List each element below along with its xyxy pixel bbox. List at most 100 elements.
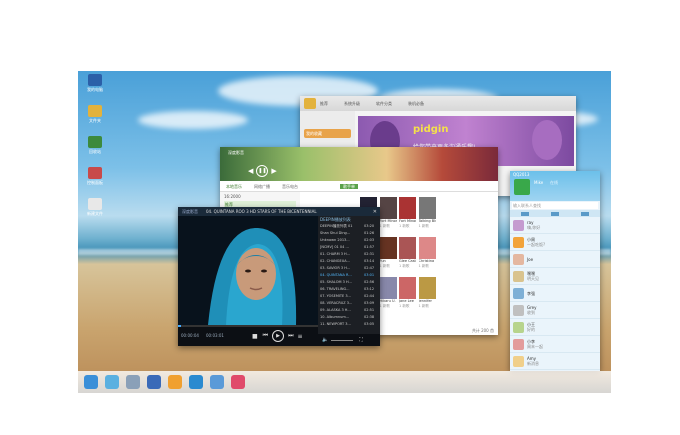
playlist-item[interactable]: 04. QUINTANA R... 03:01 [318, 272, 380, 279]
album-card[interactable]: Jennifer 1 新歌 [418, 277, 436, 309]
album-sub: 1 新歌 [418, 224, 429, 228]
tab-1[interactable]: 系统升级 [344, 101, 360, 106]
tab-3[interactable]: 装机必备 [408, 101, 424, 106]
im-status[interactable]: 在线 [550, 180, 558, 185]
contact-row[interactable]: 小李 周末一起 [510, 336, 600, 353]
progress-track[interactable] [178, 325, 318, 327]
file-manager-icon[interactable] [105, 375, 119, 389]
desktop-icon[interactable]: 我的电脑 [84, 74, 106, 93]
playlist-item-name: [NCMV] 01 04 ... [320, 245, 349, 249]
fullscreen-icon[interactable]: ⛶ [359, 337, 363, 343]
volume-slider[interactable] [331, 339, 354, 341]
contact-avatar [513, 287, 524, 299]
album-card[interactable]: Talking Blue1 新歌 [418, 197, 436, 229]
album-card[interactable]: Fun 1 新歌 [379, 237, 397, 269]
album-card[interactable]: Christina 1 新歌 [418, 237, 436, 269]
contact-avatar [513, 253, 524, 265]
contact-row[interactable]: Amy 新消息 [510, 353, 600, 370]
playlist-item[interactable]: 11. NEWPORT 3... 03:05 [318, 321, 380, 328]
contact-row[interactable]: Grey 收到 [510, 302, 600, 319]
next-track-button[interactable]: ⏭ [288, 332, 293, 340]
playlist-item[interactable]: 10. Albumnum... 02:38 [318, 314, 380, 321]
contacts-tab[interactable] [521, 211, 529, 216]
desktop-icon[interactable]: 新建文件 [84, 198, 106, 217]
stop-button[interactable]: ■ [252, 333, 258, 340]
music-tab-2[interactable]: 音乐电台 [282, 184, 298, 189]
video-player-window[interactable]: 深度影音 04. QUINTANA ROO 3 HD STARS OF THE … [178, 207, 380, 346]
contact-msg: 明天见 [527, 276, 539, 281]
playlist-item-time: 03:20 [364, 224, 375, 228]
album-card[interactable]: Jane Lee 1 新歌 [399, 277, 416, 309]
contact-msg: 收到 [527, 310, 535, 315]
desktop-icon-label: 文件夹 [89, 118, 101, 123]
video-app-title: 深度影音 [182, 209, 198, 214]
monitor-icon[interactable] [126, 375, 140, 389]
playlist-item-time: 03:14 [364, 259, 375, 263]
video-playlist: DEEPIN播放列表 DEEPIN播放列表 01 03:20 Shan Shui D… [318, 216, 380, 334]
start-icon[interactable] [84, 375, 98, 389]
contact-avatar [513, 236, 524, 248]
time-current: 00:00:04 [181, 333, 199, 338]
playlist-item[interactable]: 07. YOSEMITE 3... 02:44 [318, 293, 380, 300]
recent-tab[interactable] [581, 211, 589, 216]
settings-icon [88, 167, 102, 179]
desktop-icon[interactable]: 文件夹 [84, 105, 106, 124]
favorites-button[interactable]: 我的收藏 [304, 129, 351, 138]
contact-row[interactable]: 李强 [510, 285, 600, 302]
playlist-item[interactable]: 02. CHANGEUA... 03:14 [318, 258, 380, 265]
music-tab-1[interactable]: 网络广播 [254, 184, 270, 189]
menu-icon[interactable]: ≡ [297, 333, 302, 340]
tab-badge[interactable]: 歌手单 [340, 183, 358, 189]
playlist-item-name: 02. CHANGEUA... [320, 259, 350, 263]
volume-icon[interactable]: 🔈 [322, 337, 328, 343]
im-search-field[interactable]: 输入联系人查找 [512, 202, 598, 209]
playlist-item[interactable]: 05. SHALOM 3 H... 02:56 [318, 279, 380, 286]
playlist-item[interactable]: 01. CHARM 3 H... 02:31 [318, 251, 380, 258]
playlist-item-time: 03:01 [364, 273, 375, 277]
desktop-icon[interactable]: 控制面板 [84, 167, 106, 186]
tab-0[interactable]: 推荐 [320, 101, 328, 106]
photo-icon[interactable] [231, 375, 245, 389]
playlist-item[interactable]: Unknown 2013... 02:03 [318, 237, 380, 244]
playlist-item[interactable]: 06. TRAVELING... 03:12 [318, 286, 380, 293]
album-card[interactable]: Fort Minor 1 新歌 [379, 197, 397, 229]
file-icon [88, 198, 102, 210]
playlist-item-time: 02:44 [364, 294, 375, 298]
playlist-item[interactable]: 03. SAVIOR 3 H... 02:47 [318, 265, 380, 272]
video-frame[interactable] [178, 216, 318, 325]
album-card[interactable]: Fort Minor 1 新歌 [399, 197, 416, 229]
playlist-item[interactable]: Shan Shui Ding... 01:26 [318, 230, 380, 237]
desktop-icon-label: 我的电脑 [87, 87, 103, 92]
music-icon[interactable] [168, 375, 182, 389]
contact-row[interactable]: 嘿嘿 明天见 [510, 268, 600, 285]
contact-row[interactable]: 小王 好的 [510, 319, 600, 336]
music-tab-0[interactable]: 本地音乐 [226, 184, 242, 189]
playlist-item-time: 03:09 [364, 301, 375, 305]
play-button[interactable]: ❚❚ [256, 165, 269, 177]
im-avatar[interactable] [514, 179, 530, 195]
desktop-icon[interactable]: 回收站 [84, 136, 106, 155]
album-card[interactable]: Glee Cast 1 新歌 [399, 237, 416, 269]
playlist-item[interactable]: [NCMV] 01 04 ... 01:57 [318, 244, 380, 251]
playlist-item[interactable]: DEEPIN播放列表 01 03:20 [318, 223, 380, 230]
im-window[interactable]: QQ2013 Mike 在线 输入联系人查找 ray 嗨,你好 小周 一起吃饭? Joe… [510, 171, 600, 371]
settings-icon[interactable] [210, 375, 224, 389]
prev-button[interactable]: ◀ [248, 167, 253, 175]
contact-row[interactable]: ray 嗨,你好 [510, 217, 600, 234]
groups-tab[interactable] [551, 211, 559, 216]
play-pause-button[interactable]: ▶ [272, 330, 285, 342]
prev-track-button[interactable]: ⏮ [263, 332, 268, 340]
album-sub: 1 新歌 [399, 304, 410, 308]
chrome-icon[interactable] [189, 375, 203, 389]
software-center-icon[interactable] [147, 375, 161, 389]
contact-row[interactable]: Joe [510, 251, 600, 268]
software-center-toolbar: 推荐 系统升级 软件分类 装机必备 [300, 96, 576, 111]
next-button[interactable]: ▶ [271, 167, 276, 175]
playlist-item[interactable]: 09. ALASKA 3 H... 02:51 [318, 307, 380, 314]
tab-2[interactable]: 软件分类 [376, 101, 392, 106]
close-icon[interactable]: ✕ [373, 209, 377, 215]
contact-row[interactable]: 小周 一起吃饭? [510, 234, 600, 251]
playlist-item[interactable]: 08. VERACRUZ 3... 03:09 [318, 300, 380, 307]
software-center-logo-icon [304, 98, 316, 109]
album-card[interactable]: Hikaru U. 1 新歌 [379, 277, 397, 309]
